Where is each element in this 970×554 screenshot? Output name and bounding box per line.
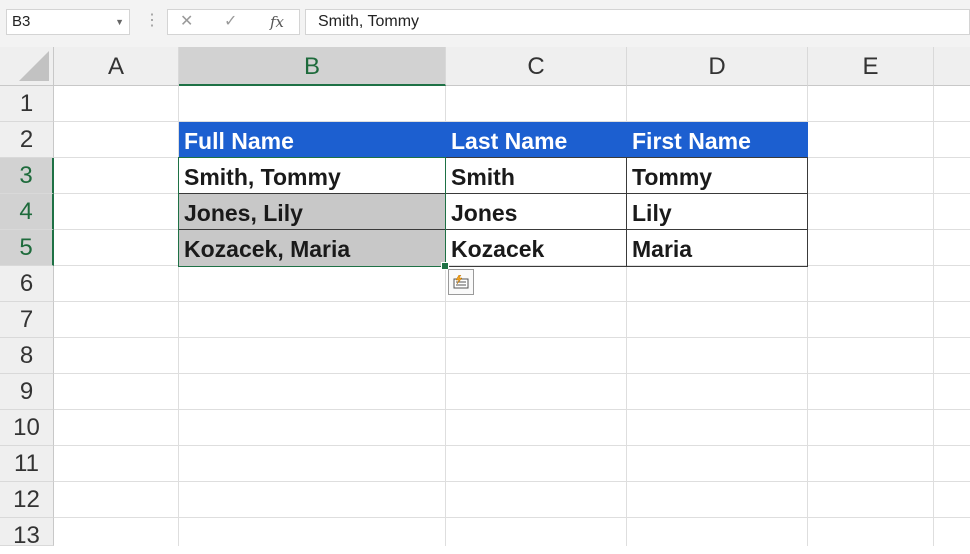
column-header-a[interactable]: A xyxy=(54,47,179,86)
row-header-2[interactable]: 2 xyxy=(0,122,54,158)
cell-d2-header-first-name[interactable]: First Name xyxy=(627,122,808,158)
row-header-3[interactable]: 3 xyxy=(0,158,54,194)
formula-input[interactable]: Smith, Tommy xyxy=(305,9,970,35)
cell-b5[interactable]: Kozacek, Maria xyxy=(179,230,446,266)
flash-fill-options-icon xyxy=(453,275,469,289)
formula-bar-area: B3 ▼ ⋮ ✕ ✓ fx Smith, Tommy xyxy=(0,0,970,47)
name-box[interactable]: B3 ▼ xyxy=(6,9,130,35)
flash-fill-options-button[interactable] xyxy=(448,269,474,295)
cancel-icon[interactable]: ✕ xyxy=(180,12,193,32)
row-header-13[interactable]: 13 xyxy=(0,518,54,549)
row-header-8[interactable]: 8 xyxy=(0,338,54,374)
worksheet-grid: A B C D E 1 2 3 4 5 6 7 8 9 10 11 12 13 … xyxy=(0,47,970,549)
enter-icon[interactable]: ✓ xyxy=(224,12,237,32)
chevron-down-icon[interactable]: ▼ xyxy=(115,10,124,34)
cell-d5[interactable]: Maria xyxy=(627,230,808,266)
column-header-d[interactable]: D xyxy=(627,47,808,86)
column-header-e[interactable]: E xyxy=(808,47,934,86)
cell-c3[interactable]: Smith xyxy=(446,158,627,194)
row-header-6[interactable]: 6 xyxy=(0,266,54,302)
more-options-icon[interactable]: ⋮ xyxy=(144,11,160,31)
column-header-c[interactable]: C xyxy=(446,47,627,86)
row-header-4[interactable]: 4 xyxy=(0,194,54,230)
row-header-1[interactable]: 1 xyxy=(0,86,54,122)
row-header-9[interactable]: 9 xyxy=(0,374,54,410)
row-header-11[interactable]: 11 xyxy=(0,446,54,482)
row-header-5[interactable]: 5 xyxy=(0,230,54,266)
cell-b2-header-full-name[interactable]: Full Name xyxy=(179,122,446,158)
column-header-b[interactable]: B xyxy=(179,47,446,86)
name-box-value: B3 xyxy=(12,13,31,30)
cell-c5[interactable]: Kozacek xyxy=(446,230,627,266)
cell-d4[interactable]: Lily xyxy=(627,194,808,230)
row-header-12[interactable]: 12 xyxy=(0,482,54,518)
row-header-7[interactable]: 7 xyxy=(0,302,54,338)
cell-c4[interactable]: Jones xyxy=(446,194,627,230)
column-header-f[interactable] xyxy=(934,47,970,86)
cell-b4[interactable]: Jones, Lily xyxy=(179,194,446,230)
row-header-10[interactable]: 10 xyxy=(0,410,54,446)
insert-function-icon[interactable]: fx xyxy=(270,12,284,32)
formula-buttons: ✕ ✓ fx xyxy=(167,9,300,35)
cell-d3[interactable]: Tommy xyxy=(627,158,808,194)
select-all-button[interactable] xyxy=(0,47,54,86)
cell-c2-header-last-name[interactable]: Last Name xyxy=(446,122,627,158)
cell-b3[interactable]: Smith, Tommy xyxy=(179,158,446,194)
